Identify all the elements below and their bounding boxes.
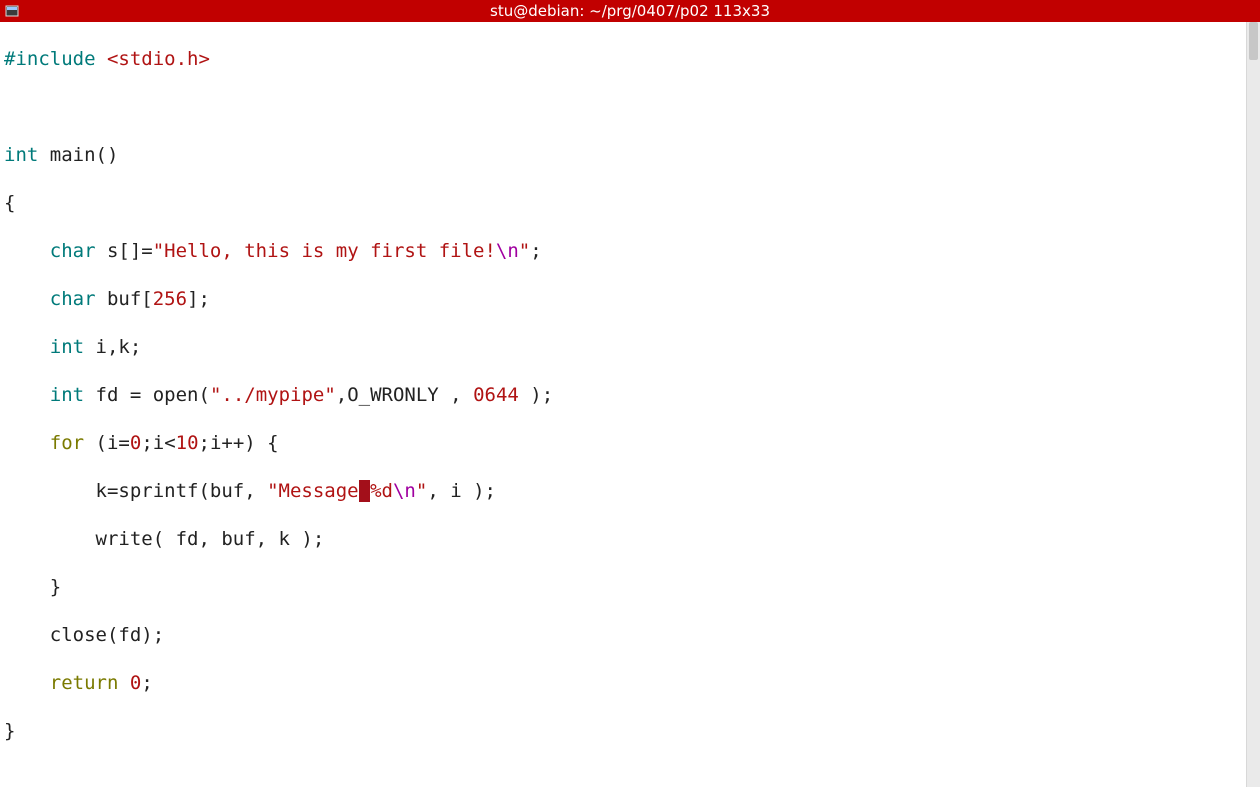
editor-area[interactable]: #include <stdio.h> int main() { char s[]…	[0, 22, 1260, 787]
code-line: {	[4, 191, 1256, 215]
system-icon	[4, 3, 20, 19]
code-line: char s[]="Hello, this is my first file!\…	[4, 239, 1256, 263]
code-line	[4, 95, 1256, 119]
code-line: k=sprintf(buf, "Message %d\n", i );	[4, 479, 1256, 503]
code-line: #include <stdio.h>	[4, 47, 1256, 71]
titlebar[interactable]: stu@debian: ~/prg/0407/p02 113x33	[0, 0, 1260, 22]
code-line: int main()	[4, 143, 1256, 167]
vertical-scrollbar[interactable]	[1246, 22, 1260, 787]
code-line: int fd = open("../mypipe",O_WRONLY , 064…	[4, 383, 1256, 407]
code-line: return 0;	[4, 671, 1256, 695]
scrollbar-thumb[interactable]	[1249, 22, 1258, 60]
code-line: close(fd);	[4, 623, 1256, 647]
code-line: char buf[256];	[4, 287, 1256, 311]
code-line	[4, 767, 1256, 787]
text-cursor	[359, 480, 370, 502]
titlebar-text: stu@debian: ~/prg/0407/p02 113x33	[490, 2, 770, 20]
code-line: }	[4, 575, 1256, 599]
code-line: }	[4, 719, 1256, 743]
code-line: int i,k;	[4, 335, 1256, 359]
code-line: for (i=0;i<10;i++) {	[4, 431, 1256, 455]
terminal-window: stu@debian: ~/prg/0407/p02 113x33 #inclu…	[0, 0, 1260, 787]
code-line: write( fd, buf, k );	[4, 527, 1256, 551]
